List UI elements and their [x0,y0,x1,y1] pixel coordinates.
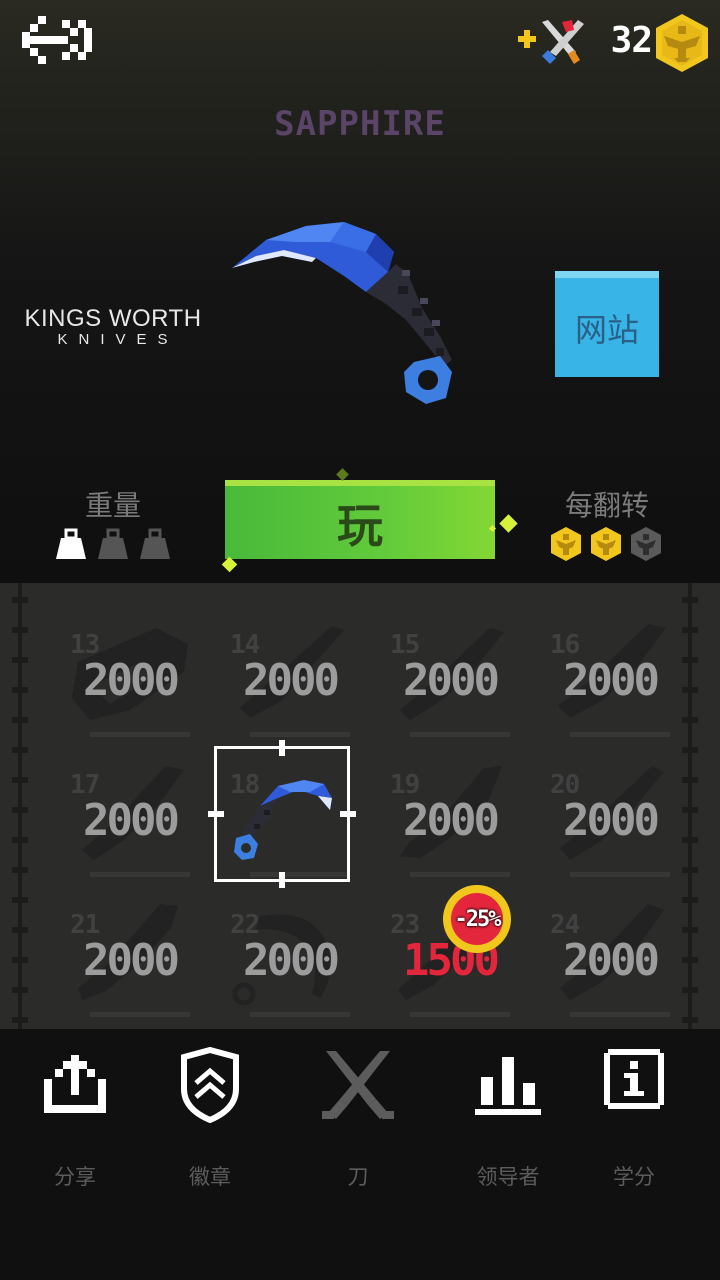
coin-count: 32 [610,20,653,61]
discount-text: -25% [454,906,502,932]
knife-price: 2000 [83,655,180,706]
nav-badges-label: 徽章 [189,1165,231,1189]
selection-frame [214,746,350,882]
knife-slot-21[interactable]: 21 2000 [60,886,200,1026]
slot-bar [250,732,350,737]
share-icon [44,1055,106,1113]
add-knife-button[interactable] [516,16,586,66]
coin-icon-filled [550,526,582,562]
weight-icon-filled [55,528,87,560]
brand-name: KINGS WORTH [24,305,202,332]
knife-slot-17[interactable]: 17 2000 [60,746,200,886]
knife-slot-19[interactable]: 19 2000 [380,746,520,886]
coin-icon-filled [590,526,622,562]
knife-slot-24[interactable]: 24 2000 [540,886,680,1026]
weight-label: 重量 [84,489,141,522]
nav-badges[interactable]: 徽章 [145,1047,275,1207]
knife-price: 2000 [83,795,180,846]
knife-price: 2000 [403,795,500,846]
knife-slot-22[interactable]: 22 2000 [220,886,360,1026]
knife-price: 2000 [563,655,660,706]
discount-badge: -25% [443,885,511,953]
play-button[interactable]: 玩 [225,480,495,559]
per-flip-label: 每翻转 [564,489,649,522]
weight-icon-empty [97,528,129,560]
weight-icon-empty [139,528,171,560]
nav-credits[interactable]: 学分 [569,1047,699,1207]
nav-knives[interactable]: 刀 [293,1047,423,1207]
left-rail [12,583,28,1029]
knife-slot-14[interactable]: 14 2000 [220,606,360,746]
knife-price: 2000 [243,935,340,986]
slot-bar [410,872,510,877]
nav-share[interactable]: 分享 [10,1047,140,1207]
crossed-knives-plus-icon [518,20,584,64]
knife-slot-20[interactable]: 20 2000 [540,746,680,886]
slot-bar [570,872,670,877]
bottom-navigation: 分享 徽章 刀 领导者 学分 [0,1029,720,1280]
knife-slot-15[interactable]: 15 2000 [380,606,520,746]
leaderboard-icon [475,1057,541,1115]
sapphire-karambit-image [226,212,470,412]
back-button[interactable] [18,12,98,70]
selection-tick [279,740,285,756]
slot-bar [90,1012,190,1017]
coin-icon-empty [630,526,662,562]
knife-name: SAPPHIRE [274,104,446,144]
selection-tick [279,872,285,888]
nav-leaderboard-label: 领导者 [476,1165,540,1189]
knife-price: 2000 [83,935,180,986]
slot-bar [410,732,510,737]
knife-price: 2000 [243,655,340,706]
nav-credits-label: 学分 [613,1165,655,1189]
nav-share-label: 分享 [54,1165,96,1189]
selection-tick [208,811,224,817]
website-button[interactable]: 网站 [555,271,659,377]
slot-bar [570,732,670,737]
badge-shield-icon [181,1047,239,1123]
brand-logo[interactable]: KINGS WORTH KNIVES [18,306,208,348]
discount-badge-inner: -25% [451,893,503,945]
knife-price: 2000 [563,935,660,986]
right-rail [682,583,698,1029]
nav-leaderboard[interactable]: 领导者 [443,1047,573,1207]
nav-knives-label: 刀 [347,1165,369,1189]
per-flip-coins [550,526,666,564]
gold-coin-icon [654,12,710,74]
slot-bar [570,1012,670,1017]
selection-tick [340,811,356,817]
knife-slot-13[interactable]: 13 2000 [60,606,200,746]
brand-subtitle: KNIVES [57,331,179,348]
back-arrow-icon [22,16,92,64]
slot-bar [410,1012,510,1017]
info-icon [604,1049,664,1109]
knife-price: 2000 [563,795,660,846]
weight-indicator [55,528,170,562]
slot-bar [90,732,190,737]
crossed-knives-icon [322,1051,394,1119]
slot-bar [90,872,190,877]
knife-slot-16[interactable]: 16 2000 [540,606,680,746]
slot-bar [250,1012,350,1017]
knife-price: 2000 [403,655,500,706]
